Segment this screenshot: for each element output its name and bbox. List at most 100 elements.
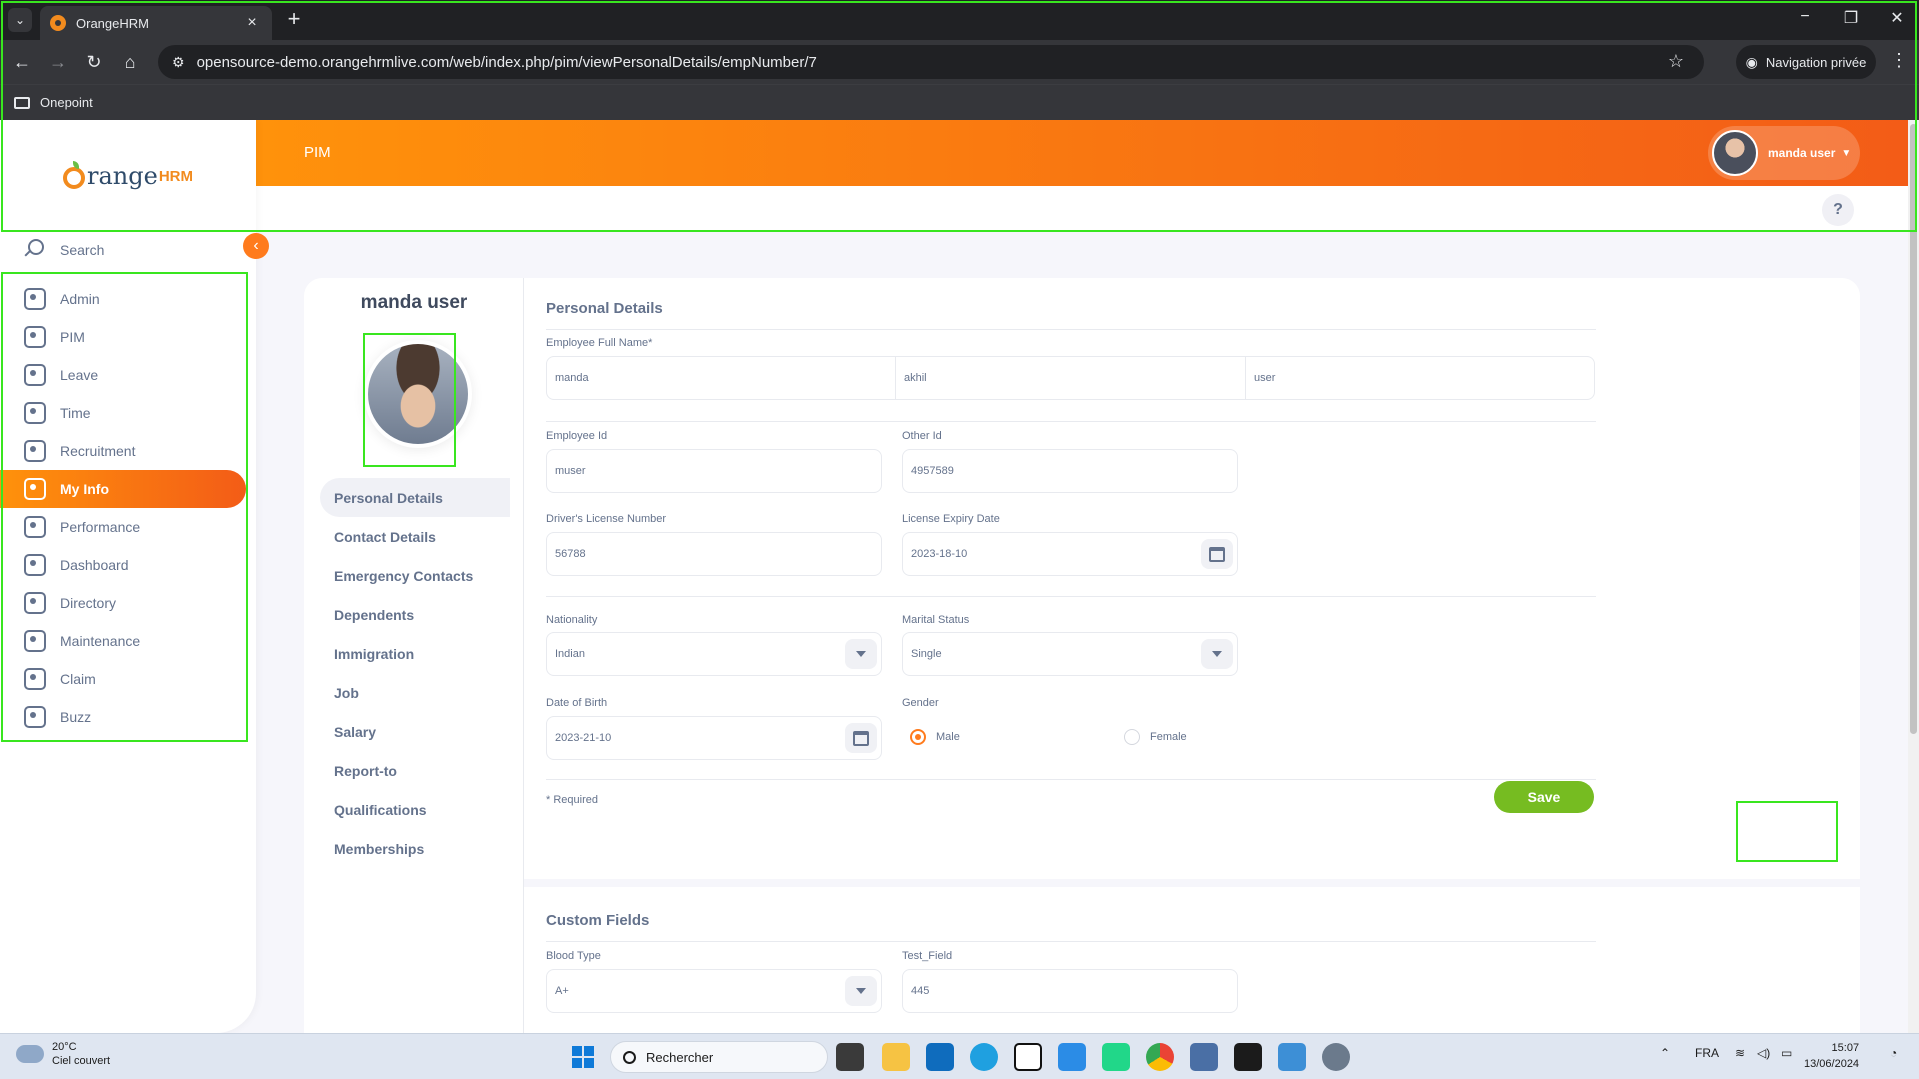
collapse-sidebar-button[interactable]: ‹ xyxy=(243,233,269,259)
language-indicator[interactable]: FRA xyxy=(1695,1046,1719,1060)
terminal-icon[interactable] xyxy=(1234,1043,1262,1071)
sidebar-item-buzz[interactable]: Buzz xyxy=(0,698,246,736)
orange-logo-icon xyxy=(63,161,85,189)
volume-icon[interactable]: ◁) xyxy=(1757,1046,1770,1060)
sidebar-search[interactable]: Search xyxy=(22,230,252,270)
test-field-input[interactable]: 445 xyxy=(902,969,1238,1013)
bookmark-folder-onepoint[interactable]: Onepoint xyxy=(40,95,93,110)
sidebar-item-performance[interactable]: Performance xyxy=(0,508,246,546)
personal-details-form: Personal Details Employee Full Name* man… xyxy=(524,278,1860,1033)
tab-report-to[interactable]: Report-to xyxy=(320,751,510,790)
sidebar-item-leave[interactable]: Leave xyxy=(0,356,246,394)
tab-search-button[interactable]: ⌄ xyxy=(8,8,32,32)
site-info-icon[interactable]: ⚙ xyxy=(172,54,185,71)
middle-name-input[interactable]: akhil xyxy=(895,356,1246,400)
first-name-input[interactable]: manda xyxy=(546,356,896,400)
chevron-down-icon[interactable] xyxy=(845,976,877,1006)
page-scrollbar[interactable] xyxy=(1908,120,1919,1033)
wifi-icon[interactable]: ≋ xyxy=(1735,1046,1745,1060)
tab-personal-details[interactable]: Personal Details xyxy=(320,478,510,517)
sidebar-item-admin[interactable]: Admin xyxy=(0,280,246,318)
tab-salary[interactable]: Salary xyxy=(320,712,510,751)
settings-icon[interactable] xyxy=(1322,1043,1350,1071)
home-button[interactable]: ⌂ xyxy=(118,50,142,74)
vscode-icon[interactable] xyxy=(1058,1043,1086,1071)
restore-button[interactable]: ❐ xyxy=(1836,8,1866,28)
calendar-icon[interactable] xyxy=(1201,539,1233,569)
tab-qualifications[interactable]: Qualifications xyxy=(320,790,510,829)
app-icon[interactable] xyxy=(1190,1043,1218,1071)
other-id-label: Other Id xyxy=(902,430,942,442)
license-input[interactable]: 56788 xyxy=(546,532,882,576)
scrollbar-thumb[interactable] xyxy=(1910,124,1917,734)
incognito-indicator[interactable]: ◉ Navigation privée xyxy=(1736,45,1876,79)
sidebar-item-maintenance[interactable]: Maintenance xyxy=(0,622,246,660)
tab-contact-details[interactable]: Contact Details xyxy=(320,517,510,556)
notion-icon[interactable] xyxy=(1014,1043,1042,1071)
user-dropdown[interactable]: manda user ▼ xyxy=(1708,126,1860,180)
save-button[interactable]: Save xyxy=(1494,781,1594,813)
sidebar-item-my-info[interactable]: My Info xyxy=(0,470,246,508)
last-name-input[interactable]: user xyxy=(1245,356,1595,400)
sidebar-item-pim[interactable]: PIM xyxy=(0,318,246,356)
tab-memberships[interactable]: Memberships xyxy=(320,829,510,868)
employee-id-input[interactable]: muser xyxy=(546,449,882,493)
close-tab-icon[interactable]: × xyxy=(242,14,262,32)
taskbar-search[interactable]: Rechercher xyxy=(610,1041,828,1073)
back-button[interactable]: ← xyxy=(10,50,34,74)
sidebar-item-dashboard[interactable]: Dashboard xyxy=(0,546,246,584)
forward-button[interactable]: → xyxy=(46,50,70,74)
sidebar-item-time[interactable]: Time xyxy=(0,394,246,432)
gender-male-option[interactable]: Male xyxy=(910,729,960,745)
tab-emergency-contacts[interactable]: Emergency Contacts xyxy=(320,556,510,595)
help-button[interactable]: ? xyxy=(1822,194,1854,226)
reload-button[interactable]: ↻ xyxy=(82,50,106,74)
gender-female-option[interactable]: Female xyxy=(1124,729,1187,745)
sidebar-item-claim[interactable]: Claim xyxy=(0,660,246,698)
sidebar: range HRM Search Admin PIM Leave Time Recrui… xyxy=(0,120,256,1033)
taskbar-clock[interactable]: 15:07 13/06/2024 xyxy=(1804,1040,1859,1072)
new-tab-button[interactable]: + xyxy=(282,8,306,32)
other-id-input[interactable]: 4957589 xyxy=(902,449,1238,493)
nationality-select[interactable]: Indian xyxy=(546,632,882,676)
browser-menu-icon[interactable]: ⋮ xyxy=(1890,50,1908,71)
directory-icon xyxy=(24,592,46,614)
employee-photo[interactable] xyxy=(364,340,472,448)
windows-start-icon[interactable] xyxy=(572,1046,594,1068)
close-window-button[interactable]: ✕ xyxy=(1882,8,1912,28)
tab-job[interactable]: Job xyxy=(320,673,510,712)
minimize-button[interactable]: − xyxy=(1790,8,1820,26)
task-view-icon[interactable] xyxy=(836,1043,864,1071)
marital-status-select[interactable]: Single xyxy=(902,632,1238,676)
male-radio[interactable] xyxy=(910,729,926,745)
license-expiry-input[interactable]: 2023-18-10 xyxy=(902,532,1238,576)
sidebar-item-recruitment[interactable]: Recruitment xyxy=(0,432,246,470)
orangehrm-logo[interactable]: range HRM xyxy=(63,161,193,190)
dob-input[interactable]: 2023-21-10 xyxy=(546,716,882,760)
sidebar-item-directory[interactable]: Directory xyxy=(0,584,246,622)
notification-icon[interactable]: ◔ xyxy=(1890,1046,1897,1060)
tab-dependents[interactable]: Dependents xyxy=(320,595,510,634)
calendar-icon[interactable] xyxy=(845,723,877,753)
url-field[interactable]: ⚙ opensource-demo.orangehrmlive.com/web/… xyxy=(158,45,1704,79)
weather-widget[interactable]: 20°C Ciel couvert xyxy=(14,1039,110,1068)
logo-suffix: HRM xyxy=(158,167,193,185)
bookmark-star-icon[interactable]: ☆ xyxy=(1668,51,1684,72)
file-explorer-icon[interactable] xyxy=(882,1043,910,1071)
logo-text: range xyxy=(87,162,158,190)
chrome-icon[interactable] xyxy=(1146,1043,1174,1071)
outlook-icon[interactable] xyxy=(926,1043,954,1071)
browser-tab[interactable]: OrangeHRM × xyxy=(40,6,272,40)
pycharm-icon[interactable] xyxy=(1102,1043,1130,1071)
tab-immigration[interactable]: Immigration xyxy=(320,634,510,673)
female-radio[interactable] xyxy=(1124,729,1140,745)
female-label: Female xyxy=(1150,731,1187,743)
edge-icon[interactable] xyxy=(970,1043,998,1071)
chevron-up-icon[interactable]: ⌃ xyxy=(1660,1046,1670,1060)
paint-icon[interactable] xyxy=(1278,1043,1306,1071)
top-header: PIM manda user ▼ xyxy=(256,120,1908,186)
battery-icon[interactable]: ▭ xyxy=(1781,1046,1792,1060)
chevron-down-icon[interactable] xyxy=(845,639,877,669)
blood-type-select[interactable]: A+ xyxy=(546,969,882,1013)
chevron-down-icon[interactable] xyxy=(1201,639,1233,669)
